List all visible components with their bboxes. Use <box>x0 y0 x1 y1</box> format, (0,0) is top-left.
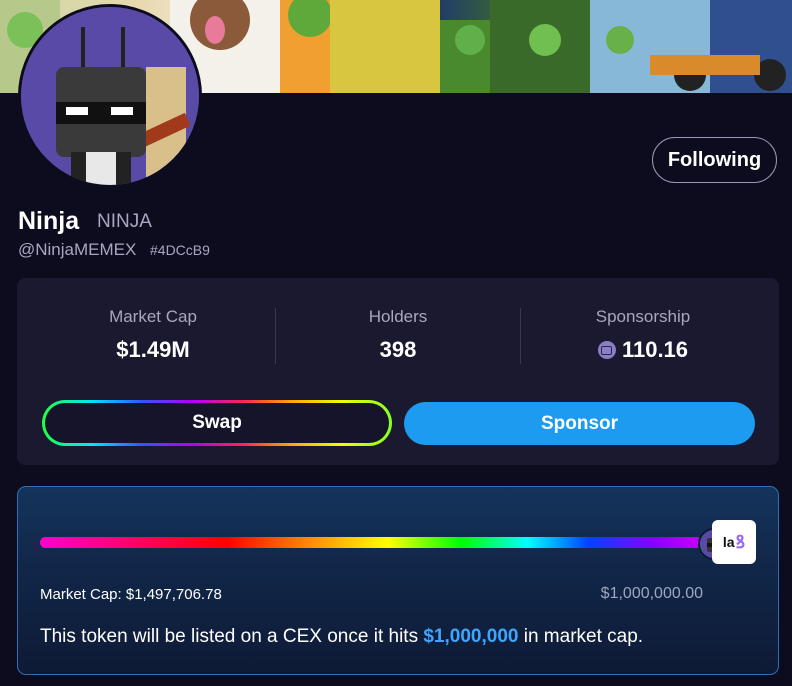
cex-progress-card: la ꝸ Market Cap: $1,497,706.78 $1,000,000… <box>17 486 779 675</box>
swirl-icon: ꝸ <box>735 532 746 552</box>
cex-listing-note: This token will be listed on a CEX once … <box>40 626 643 648</box>
holders-label: Holders <box>368 307 428 326</box>
stats-card: Market Cap $1.49M Holders 398 Sponsorshi… <box>17 278 779 465</box>
token-name: Ninja <box>18 207 80 235</box>
sponsor-button[interactable]: Sponsor <box>404 402 755 445</box>
sponsorship-value-row: 110.16 <box>523 337 763 363</box>
token-address[interactable]: #4DCcB9 <box>150 242 210 258</box>
cex-text-after: in market cap. <box>518 626 644 647</box>
sponsorship-stat: Sponsorship 110.16 <box>523 307 763 363</box>
sponsorship-label: Sponsorship <box>595 307 691 326</box>
profile-avatar[interactable] <box>18 4 202 188</box>
exchange-logo: la ꝸ <box>712 520 756 564</box>
target-market-cap: $1,000,000.00 <box>600 585 703 602</box>
swap-button-label: Swap <box>45 403 389 443</box>
exchange-logo-text: la <box>722 534 735 550</box>
market-cap-progress-bar <box>40 537 708 548</box>
sponsorship-value: 110.16 <box>621 337 689 362</box>
market-cap-value: $1.49M <box>116 337 190 362</box>
current-market-cap: Market Cap: $1,497,706.78 <box>40 586 222 603</box>
following-button[interactable]: Following <box>652 137 777 183</box>
stat-divider <box>520 308 521 364</box>
token-handle[interactable]: @NinjaMEMEX <box>18 240 136 260</box>
holders-stat: Holders 398 <box>278 307 518 363</box>
market-cap-stat: Market Cap $1.49M <box>33 307 273 363</box>
tv-coin-icon <box>597 341 616 359</box>
swap-button[interactable]: Swap <box>42 400 392 446</box>
cex-text-before: This token will be listed on a CEX once … <box>40 626 424 647</box>
ninja-avatar-image <box>21 7 199 185</box>
market-cap-label: Market Cap <box>109 307 197 326</box>
holders-value: 398 <box>379 337 417 362</box>
cex-text-highlight: $1,000,000 <box>423 626 519 647</box>
stat-divider <box>275 308 276 364</box>
token-ticker: NINJA <box>97 211 152 232</box>
